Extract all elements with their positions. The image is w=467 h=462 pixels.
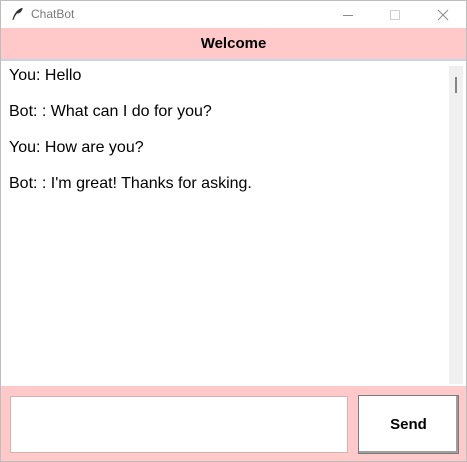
- chat-scrollbar[interactable]: [449, 66, 463, 384]
- chat-message: Bot: : I'm great! Thanks for asking.: [9, 175, 252, 192]
- minimize-button[interactable]: [325, 1, 371, 28]
- minimize-icon: [343, 14, 353, 16]
- chat-log[interactable]: You: Hello Bot: : What can I do for you?…: [1, 61, 466, 386]
- chat-message: Bot: : What can I do for you?: [9, 103, 212, 120]
- close-button[interactable]: [420, 1, 466, 28]
- title-bar[interactable]: ChatBot: [1, 1, 466, 28]
- maximize-button[interactable]: [372, 1, 418, 28]
- welcome-header: Welcome: [1, 28, 466, 61]
- chat-message: You: Hello: [9, 67, 82, 84]
- message-input[interactable]: [10, 396, 348, 453]
- close-icon: [437, 9, 449, 20]
- window-title: ChatBot: [31, 7, 75, 21]
- message-list: You: Hello Bot: : What can I do for you?…: [9, 66, 439, 210]
- chat-message: You: How are you?: [9, 139, 144, 156]
- scrollbar-thumb[interactable]: [455, 77, 457, 93]
- chatbot-window: ChatBot Welcome You: Hello Bot: : What c…: [0, 0, 467, 462]
- input-bar: Send: [1, 386, 466, 461]
- maximize-icon: [390, 9, 400, 20]
- send-button[interactable]: Send: [358, 395, 459, 454]
- feather-icon: [10, 7, 24, 21]
